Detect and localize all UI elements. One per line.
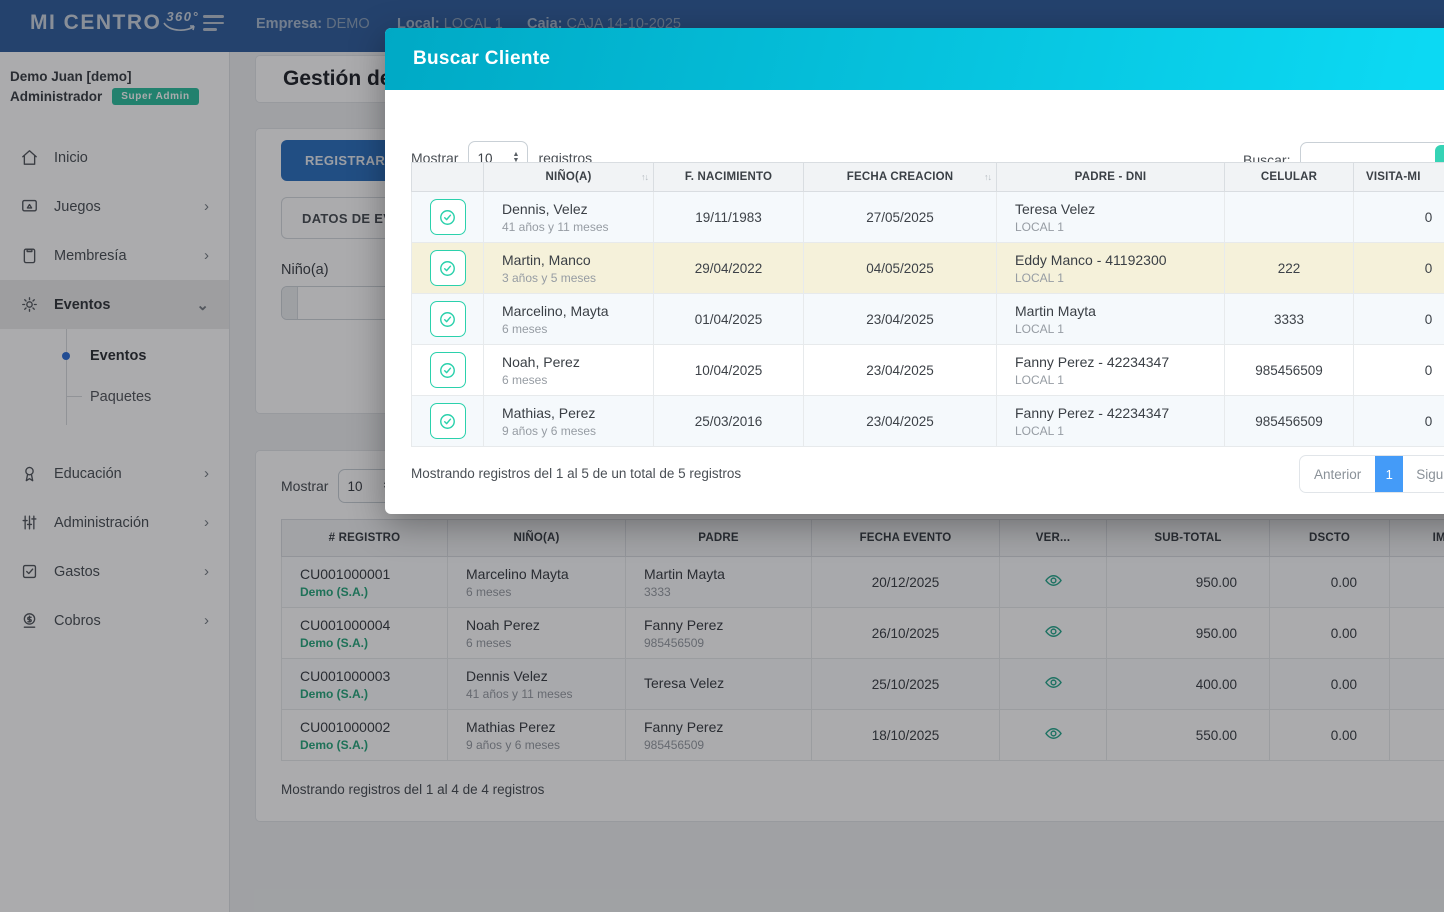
fecha-nacimiento: 10/04/2025 bbox=[654, 345, 804, 396]
pagination-page-1[interactable]: 1 bbox=[1375, 456, 1403, 492]
fecha-creacion: 23/04/2025 bbox=[804, 294, 997, 345]
col-celular[interactable]: CELULAR bbox=[1225, 163, 1354, 192]
celular: 222 bbox=[1225, 243, 1354, 294]
col-visita[interactable]: VISITA-MI bbox=[1354, 163, 1444, 192]
nino-edad: 41 años y 11 meses bbox=[502, 220, 653, 234]
client-row-selected: Martin, Manco 3 años y 5 meses 29/04/2022… bbox=[412, 243, 1444, 294]
padre-dni: Teresa Velez bbox=[1015, 201, 1224, 217]
nino-nombre: Martin, Manco bbox=[502, 252, 653, 268]
nino-nombre: Mathias, Perez bbox=[502, 405, 653, 421]
visita: 0 bbox=[1354, 243, 1444, 294]
celular bbox=[1225, 192, 1354, 243]
padre-local: LOCAL 1 bbox=[1015, 220, 1224, 234]
select-client-button[interactable] bbox=[430, 352, 466, 388]
nino-edad: 3 años y 5 meses bbox=[502, 271, 653, 285]
padre-dni: Martin Mayta bbox=[1015, 303, 1224, 319]
sort-icon[interactable]: ↑↓ bbox=[641, 172, 648, 182]
modal-header: Buscar Cliente bbox=[385, 28, 1444, 90]
col-select bbox=[412, 163, 484, 192]
fecha-nacimiento: 19/11/1983 bbox=[654, 192, 804, 243]
col-nacimiento[interactable]: F. NACIMIENTO bbox=[654, 163, 804, 192]
padre-local: LOCAL 1 bbox=[1015, 424, 1224, 438]
fecha-creacion: 23/04/2025 bbox=[804, 345, 997, 396]
pagination-previous-button[interactable]: Anterior bbox=[1300, 456, 1375, 492]
select-client-button[interactable] bbox=[430, 199, 466, 235]
fecha-creacion: 23/04/2025 bbox=[804, 396, 997, 447]
fecha-nacimiento: 01/04/2025 bbox=[654, 294, 804, 345]
padre-local: LOCAL 1 bbox=[1015, 322, 1224, 336]
celular: 3333 bbox=[1225, 294, 1354, 345]
visita: 0 bbox=[1354, 294, 1444, 345]
check-circle-icon bbox=[438, 310, 457, 329]
clients-table-header: NIÑO(A)↑↓ F. NACIMIENTO FECHA CREACION↑↓… bbox=[412, 163, 1444, 192]
fecha-creacion: 04/05/2025 bbox=[804, 243, 997, 294]
select-client-button[interactable] bbox=[430, 403, 466, 439]
client-row: Marcelino, Mayta 6 meses 01/04/2025 23/04… bbox=[412, 294, 1444, 345]
visita: 0 bbox=[1354, 345, 1444, 396]
celular: 985456509 bbox=[1225, 345, 1354, 396]
pagination-next-button[interactable]: Siguiente bbox=[1403, 456, 1444, 492]
check-circle-icon bbox=[438, 412, 457, 431]
modal-records-info: Mostrando registros del 1 al 5 de un tot… bbox=[411, 466, 741, 481]
check-circle-icon bbox=[438, 361, 457, 380]
padre-local: LOCAL 1 bbox=[1015, 271, 1224, 285]
fecha-nacimiento: 29/04/2022 bbox=[654, 243, 804, 294]
client-row: Dennis, Velez 41 años y 11 meses 19/11/19… bbox=[412, 192, 1444, 243]
pagination: Anterior 1 Siguiente bbox=[1299, 455, 1444, 493]
select-client-button[interactable] bbox=[430, 301, 466, 337]
col-padre-dni[interactable]: PADRE - DNI bbox=[997, 163, 1225, 192]
client-row: Mathias, Perez 9 años y 6 meses 25/03/201… bbox=[412, 396, 1444, 447]
padre-dni: Fanny Perez - 42234347 bbox=[1015, 354, 1224, 370]
nino-edad: 6 meses bbox=[502, 322, 653, 336]
nino-edad: 6 meses bbox=[502, 373, 653, 387]
col-nino[interactable]: NIÑO(A)↑↓ bbox=[484, 163, 654, 192]
modal-title: Buscar Cliente bbox=[413, 48, 550, 70]
client-row: Noah, Perez 6 meses 10/04/2025 23/04/2025… bbox=[412, 345, 1444, 396]
check-circle-icon bbox=[438, 208, 457, 227]
visita: 0 bbox=[1354, 192, 1444, 243]
nino-edad: 9 años y 6 meses bbox=[502, 424, 653, 438]
check-circle-icon bbox=[438, 259, 457, 278]
celular: 985456509 bbox=[1225, 396, 1354, 447]
fecha-creacion: 27/05/2025 bbox=[804, 192, 997, 243]
padre-dni: Eddy Manco - 41192300 bbox=[1015, 252, 1224, 268]
visita: 0 bbox=[1354, 396, 1444, 447]
buscar-cliente-modal: Buscar Cliente Mostrar 10 ▲▼ registros B… bbox=[385, 28, 1444, 514]
sort-icon[interactable]: ↑↓ bbox=[984, 172, 991, 182]
padre-local: LOCAL 1 bbox=[1015, 373, 1224, 387]
fecha-nacimiento: 25/03/2016 bbox=[654, 396, 804, 447]
nino-nombre: Marcelino, Mayta bbox=[502, 303, 653, 319]
padre-dni: Fanny Perez - 42234347 bbox=[1015, 405, 1224, 421]
col-creacion[interactable]: FECHA CREACION↑↓ bbox=[804, 163, 997, 192]
clients-table: NIÑO(A)↑↓ F. NACIMIENTO FECHA CREACION↑↓… bbox=[411, 162, 1444, 447]
app-window: MI CENTRO 360° Empresa: DEMO Local: LOCA… bbox=[0, 0, 1444, 912]
select-client-button[interactable] bbox=[430, 250, 466, 286]
nino-nombre: Dennis, Velez bbox=[502, 201, 653, 217]
nino-nombre: Noah, Perez bbox=[502, 354, 653, 370]
